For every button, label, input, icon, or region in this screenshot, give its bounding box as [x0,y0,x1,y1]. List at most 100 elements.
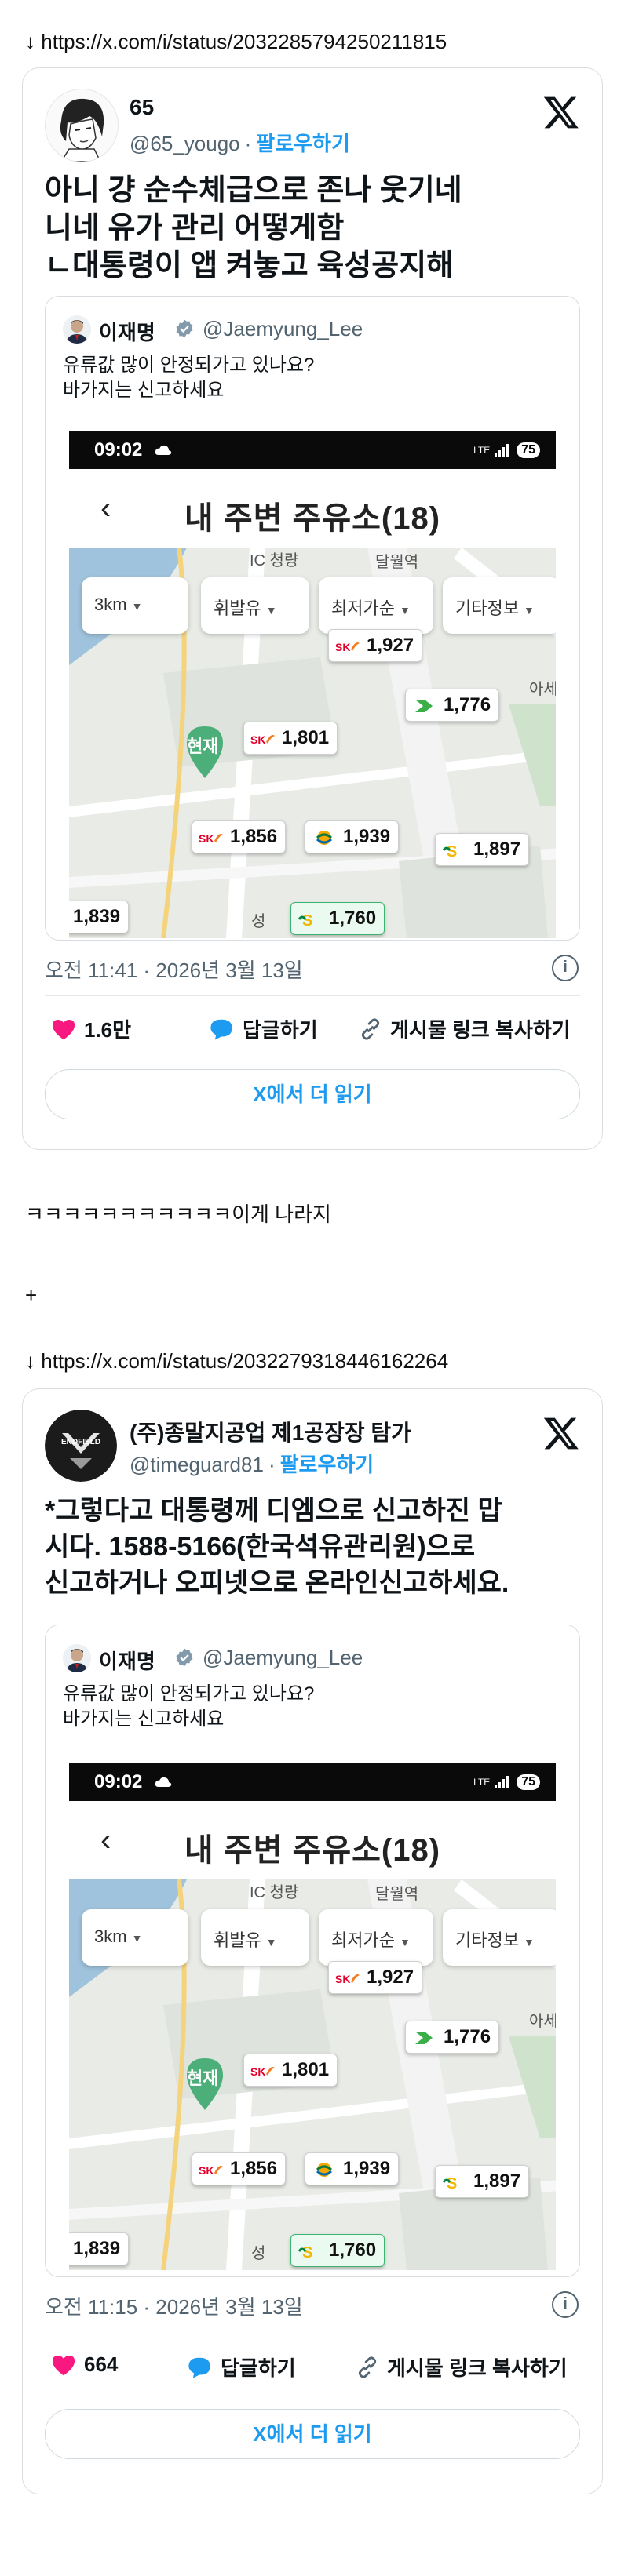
tweet-header: ENDFIELD (주)종말지공업 제1공장장 탐가 @timeguard81 ·… [45,1410,580,1485]
copy-label: 게시물 링크 복사하기 [390,1018,571,1042]
avatar[interactable]: ENDFIELD [45,1410,117,1482]
price-label: 1,839 [73,906,121,927]
quote-text-line: 바가지는 신고하세요 [63,1708,225,1730]
down-arrow-icon: ↓ [25,1349,35,1373]
gs-logo-icon [412,2029,437,2045]
heart-icon [52,2355,75,2375]
x-logo-icon[interactable] [542,1414,580,1452]
svg-text:S: S [302,912,312,927]
filter-label: 최저가순 [331,599,395,618]
tweet-card-1[interactable]: 65 @65_yougo · 팔로우하기 아니 걍 순수체급으로 존나 웃기네 니네… [22,67,603,1150]
like-count: 664 [84,2352,119,2376]
app-screenshot: 09:02 LTE 75 ‹ 내 주변 주유소(18) IC 청량 달월역 아 … [69,1763,556,2270]
filter-label: 휘발유 [214,1930,261,1950]
filter-label: 3km [94,1927,127,1946]
quote-author-name: 이재명 [99,1650,155,1673]
reply-button[interactable]: 답글하기 [208,1014,318,1043]
x-logo-icon[interactable] [542,93,580,131]
filter-extra: 기타정보 ▼ [443,1909,556,1966]
quote-text-line: 유류값 많이 안정되가고 있나요? [63,355,315,376]
reply-button[interactable]: 답글하기 [186,2352,296,2381]
svg-text:SK: SK [250,733,265,746]
quote-text-line: 유류값 많이 안정되가고 있나요? [63,1683,315,1705]
chevron-down-icon: ▼ [265,1936,277,1948]
comment-icon [188,2357,210,2378]
network-label: LTE [473,445,491,456]
tweet-actions: 664 답글하기 게시물 링크 복사하기 [45,2352,580,2384]
quote-text: 유류값 많이 안정되가고 있나요? 바가지는 신고하세요 [63,353,314,403]
chevron-down-icon: ▼ [399,604,411,617]
current-location-marker: 현재 [184,725,226,778]
station-pin-soil: S 1,897 [435,833,530,866]
author-name[interactable]: 65 [130,95,154,120]
cloud-icon [155,445,172,455]
filter-label: 기타정보 [455,1930,519,1950]
station-pin-soil: S 1,897 [435,2165,530,2198]
svg-text:S: S [447,843,457,858]
price-label: 1,939 [343,826,391,847]
quoted-tweet[interactable]: 이재명 @Jaemyung_Lee 유류값 많이 안정되가고 있나요? 바가지는… [45,1625,580,2277]
svg-text:ENDFIELD: ENDFIELD [61,1438,100,1446]
chevron-down-icon: ▼ [265,604,277,617]
station-pin-soil-selected: S 1,760 [290,902,385,935]
link-icon [358,2356,377,2378]
quote-header: 이재명 @Jaemyung_Lee [63,315,564,344]
filter-distance: 3km ▼ [82,1909,188,1966]
app-header: ‹ 내 주변 주유소(18) [69,1801,556,1879]
author-handle[interactable]: @65_yougo [130,132,240,155]
svg-text:SK: SK [335,641,350,653]
like-button[interactable]: 664 [51,2352,118,2377]
source-url[interactable]: https://x.com/i/status/20322857942502118… [41,30,447,53]
chevron-down-icon: ▼ [523,1936,535,1948]
copy-link-button[interactable]: 게시물 링크 복사하기 [356,2352,568,2381]
author-name[interactable]: (주)종말지공업 제1공장장 탐가 [130,1416,411,1447]
info-icon[interactable]: i [552,2291,579,2318]
tweet-timestamp[interactable]: 오전 11:15 · 2026년 3월 13일 [45,2291,303,2320]
filter-label: 기타정보 [455,599,519,618]
soil-logo-icon: S [298,911,323,930]
battery-indicator: 75 [517,442,540,458]
copy-link-button[interactable]: 게시물 링크 복사하기 [359,1014,571,1043]
copy-label: 게시물 링크 복사하기 [387,2356,568,2380]
svg-text:SK: SK [199,2164,214,2177]
map-label: 달월역 [375,554,419,571]
app-header: ‹ 내 주변 주유소(18) [69,469,556,548]
price-label: 1,897 [473,2170,521,2192]
price-label: 1,760 [329,908,377,929]
map-label: 성 [251,2245,266,2262]
sk-logo-icon: SK [335,638,360,653]
read-more-button[interactable]: X에서 더 읽기 [45,1069,580,1119]
quoted-tweet[interactable]: 이재명 @Jaemyung_Lee 유류값 많이 안정되가고 있나요? 바가지는… [45,296,580,941]
avatar[interactable] [45,89,119,162]
follow-button[interactable]: 팔로우하기 [280,1453,374,1476]
station-pin-oil: 1,939 [305,820,400,853]
price-label: 1,839 [73,2238,121,2259]
tweet-text-line: 아니 걍 순수체급으로 존나 웃기네 [45,174,462,207]
follow-button[interactable]: 팔로우하기 [256,132,350,155]
svg-text:S: S [302,2244,312,2259]
quote-avatar [63,315,91,344]
status-icons: LTE 75 [473,1773,540,1792]
source-url[interactable]: https://x.com/i/status/20322793184461622… [41,1349,448,1373]
reply-label: 답글하기 [221,2356,296,2380]
quote-header: 이재명 @Jaemyung_Lee [63,1644,564,1673]
like-button[interactable]: 1.6만 [51,1014,131,1043]
reply-label: 답글하기 [243,1018,318,1042]
price-label: 1,776 [444,694,491,715]
source-link-2[interactable]: ↓ https://x.com/i/status/203227931844616… [25,1349,448,1374]
source-link-1[interactable]: ↓ https://x.com/i/status/203228579425021… [25,30,447,54]
price-label: 1,801 [282,2059,330,2080]
tweet-card-2[interactable]: ENDFIELD (주)종말지공업 제1공장장 탐가 @timeguard81 ·… [22,1388,603,2494]
body-text: ㅋㅋㅋㅋㅋㅋㅋㅋㅋㅋㅋ이게 나라지 [25,1202,331,1226]
status-time: 09:02 [94,439,143,460]
tweet-timestamp[interactable]: 오전 11:41 · 2026년 3월 13일 [45,955,303,984]
read-more-button[interactable]: X에서 더 읽기 [45,2409,580,2459]
map-label: IC 청량 [250,552,299,569]
down-arrow-icon: ↓ [25,30,35,53]
info-icon[interactable]: i [552,955,579,981]
tweet-text: 아니 걍 순수체급으로 존나 웃기네 니네 유가 관리 어떻게함 ㄴ대통령이 앱… [45,172,580,285]
quote-author-name: 이재명 [99,321,155,344]
author-handle[interactable]: @timeguard81 [130,1453,264,1476]
app-screenshot: 09:02 LTE 75 ‹ 내 주변 주유소(18) IC 청량 달월역 아 … [69,431,556,938]
station-pin-oil: 1,939 [305,2152,400,2185]
